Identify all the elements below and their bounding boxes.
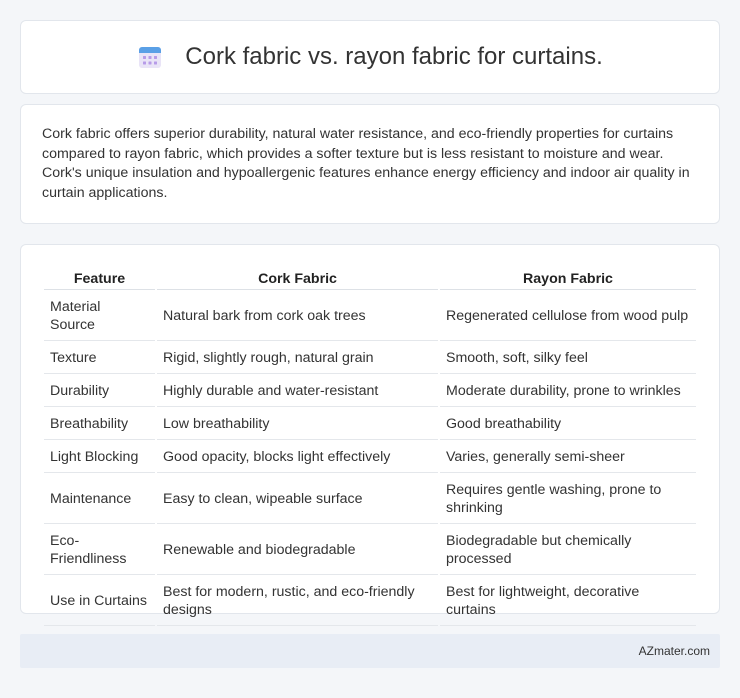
cork-cell: Rigid, slightly rough, natural grain [157, 343, 438, 374]
feature-cell: Use in Curtains [44, 577, 155, 626]
table-row: Use in Curtains Best for modern, rustic,… [44, 577, 696, 626]
comparison-table-card: Feature Cork Fabric Rayon Fabric Materia… [20, 244, 720, 626]
feature-cell: Light Blocking [44, 442, 155, 473]
header-rayon-fabric: Rayon Fabric [440, 267, 696, 290]
summary-card: Cork fabric offers superior durability, … [20, 104, 720, 224]
rayon-cell: Regenerated cellulose from wood pulp [440, 292, 696, 341]
table-row: Material Source Natural bark from cork o… [44, 292, 696, 341]
calendar-icon [139, 47, 162, 68]
rayon-cell: Good breathability [440, 409, 696, 440]
table-row: Light Blocking Good opacity, blocks ligh… [44, 442, 696, 473]
table-header-row: Feature Cork Fabric Rayon Fabric [44, 267, 696, 290]
rayon-cell: Biodegradable but chemically processed [440, 526, 696, 575]
rayon-cell: Smooth, soft, silky feel [440, 343, 696, 374]
cork-cell: Good opacity, blocks light effectively [157, 442, 438, 473]
cork-cell: Best for modern, rustic, and eco-friendl… [157, 577, 438, 626]
feature-cell: Maintenance [44, 475, 155, 524]
header-cork-fabric: Cork Fabric [157, 267, 438, 290]
feature-cell: Breathability [44, 409, 155, 440]
table-row: Texture Rigid, slightly rough, natural g… [44, 343, 696, 374]
footer: AZmater.com [20, 634, 720, 668]
summary-text: Cork fabric offers superior durability, … [42, 126, 690, 201]
cork-cell: Highly durable and water-resistant [157, 376, 438, 407]
rayon-cell: Requires gentle washing, prone to shrink… [440, 475, 696, 524]
cork-cell: Easy to clean, wipeable surface [157, 475, 438, 524]
rayon-cell: Moderate durability, prone to wrinkles [440, 376, 696, 407]
table-row: Durability Highly durable and water-resi… [44, 376, 696, 407]
page-title: Cork fabric vs. rayon fabric for curtain… [185, 43, 603, 70]
table-row: Maintenance Easy to clean, wipeable surf… [44, 475, 696, 524]
rayon-cell: Varies, generally semi-sheer [440, 442, 696, 473]
cork-cell: Low breathability [157, 409, 438, 440]
feature-cell: Eco-Friendliness [44, 526, 155, 575]
cork-cell: Renewable and biodegradable [157, 526, 438, 575]
cork-cell: Natural bark from cork oak trees [157, 292, 438, 341]
feature-cell: Texture [44, 343, 155, 374]
title-card: Cork fabric vs. rayon fabric for curtain… [20, 20, 720, 94]
rayon-cell: Best for lightweight, decorative curtain… [440, 577, 696, 626]
comparison-table: Feature Cork Fabric Rayon Fabric Materia… [42, 265, 698, 628]
table-row: Breathability Low breathability Good bre… [44, 409, 696, 440]
header-feature: Feature [44, 267, 155, 290]
footer-brand: AZmater.com [638, 644, 710, 658]
feature-cell: Durability [44, 376, 155, 407]
table-row: Eco-Friendliness Renewable and biodegrad… [44, 526, 696, 575]
feature-cell: Material Source [44, 292, 155, 341]
